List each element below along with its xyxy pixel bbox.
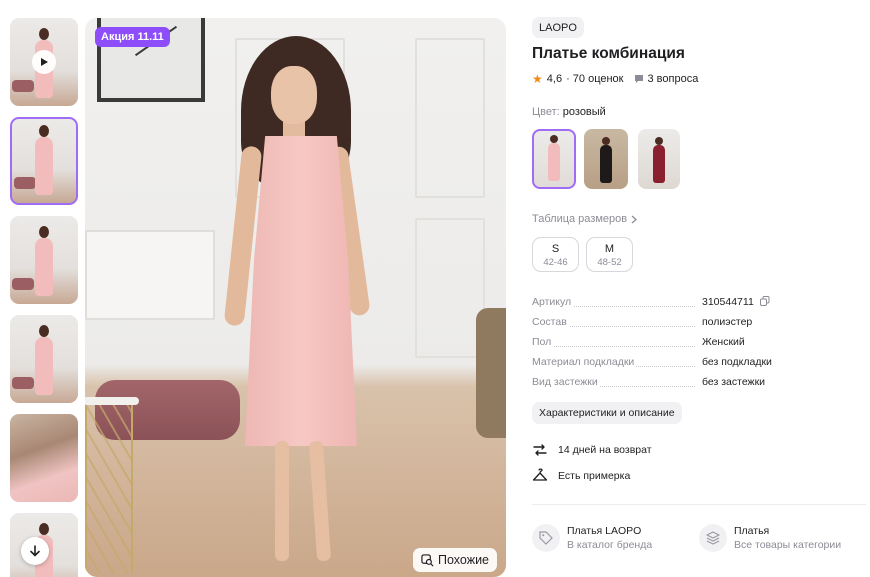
- product-info: LAOPO Платье комбинация ★ 4,6 · 70 оцено…: [532, 0, 868, 577]
- product-title: Платье комбинация: [532, 45, 685, 62]
- wall-panel: [415, 38, 485, 198]
- main-product-photo[interactable]: [85, 18, 506, 577]
- thumbnail-image: [12, 278, 34, 290]
- thumbnail-list: [10, 18, 78, 577]
- spec-row-composition: Состав полиэстер: [532, 316, 753, 328]
- tag-icon: [532, 524, 560, 552]
- size-option-m[interactable]: M 48-52: [586, 237, 633, 272]
- divider: [532, 504, 866, 505]
- copy-icon[interactable]: [760, 296, 770, 306]
- side-table: [85, 397, 139, 573]
- question-icon: [634, 75, 643, 83]
- armchair: [476, 308, 506, 438]
- perk-return: 14 дней на возврат: [532, 442, 652, 458]
- hanger-icon: [532, 468, 548, 481]
- dress: [245, 136, 357, 446]
- layers-icon: [699, 524, 727, 552]
- rating-row: ★ 4,6 · 70 оценок 3 вопроса: [532, 72, 698, 86]
- thumbnail-item[interactable]: [10, 117, 78, 205]
- rating-value[interactable]: 4,6: [547, 73, 562, 85]
- model-figure: [223, 26, 387, 574]
- color-label: Цвет: розовый: [532, 106, 606, 118]
- spec-row-fastener: Вид застежки без застежки: [532, 376, 766, 388]
- wall-panel: [415, 218, 485, 358]
- similar-button[interactable]: Похожие: [413, 548, 498, 572]
- promo-badge: Акция 11.11: [95, 27, 170, 47]
- thumbnail-image: [12, 80, 34, 92]
- brand-chip[interactable]: LAOPO: [532, 17, 584, 38]
- color-value: розовый: [562, 106, 606, 118]
- brand-catalog-link[interactable]: Платья LAOPO В каталог бренда: [532, 524, 652, 552]
- color-swatch-pink[interactable]: [532, 129, 576, 189]
- thumbnail-item[interactable]: [10, 216, 78, 304]
- thumbnail-figure: [35, 125, 53, 195]
- arrow-down-icon: [30, 545, 40, 557]
- search-similar-icon: [421, 553, 434, 566]
- thumbnail-image: [14, 177, 36, 189]
- spec-row-gender: Пол Женский: [532, 336, 745, 348]
- thumbnail-video[interactable]: [10, 18, 78, 106]
- return-arrows-icon: [533, 444, 547, 456]
- color-swatch-black[interactable]: [584, 129, 628, 189]
- questions-link[interactable]: 3 вопроса: [648, 73, 699, 85]
- spec-row-lining: Материал подкладки без подкладки: [532, 356, 772, 368]
- chevron-right-icon: [631, 215, 638, 223]
- thumbnail-item[interactable]: [10, 315, 78, 403]
- thumbnail-image: [12, 377, 34, 389]
- thumbnail-figure: [35, 325, 53, 395]
- details-button[interactable]: Характеристики и описание: [532, 402, 682, 424]
- play-icon: [32, 50, 56, 74]
- similar-label: Похожие: [438, 553, 490, 567]
- color-swatch-burgundy[interactable]: [638, 129, 680, 189]
- thumbnail-item[interactable]: [10, 414, 78, 502]
- reviews-count[interactable]: · 70 оценок: [566, 73, 623, 85]
- size-option-s[interactable]: S 42-46: [532, 237, 579, 272]
- star-icon: ★: [532, 72, 543, 86]
- size-table-link[interactable]: Таблица размеров: [532, 213, 638, 225]
- fireplace: [85, 230, 215, 320]
- scroll-down-button[interactable]: [21, 537, 49, 565]
- spec-row-article: Артикул 310544711: [532, 296, 862, 310]
- category-link[interactable]: Платья Все товары категории: [699, 524, 841, 552]
- thumbnail-figure: [35, 226, 53, 296]
- perk-fitting: Есть примерка: [532, 468, 630, 484]
